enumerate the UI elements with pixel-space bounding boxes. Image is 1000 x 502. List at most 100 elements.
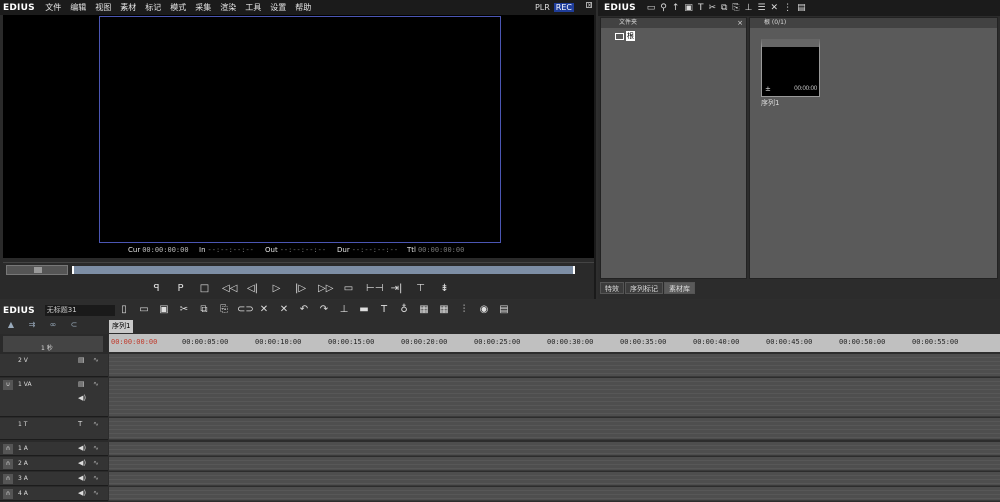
step-forward-icon[interactable]: |▷: [294, 283, 307, 294]
fast-forward-icon[interactable]: ▷▷: [318, 283, 333, 294]
track-header[interactable]: ∩ 4 A ◀) ∿: [0, 487, 108, 501]
waveform-icon[interactable]: ∿: [93, 420, 99, 428]
new-icon[interactable]: ▯: [117, 304, 131, 315]
title-track-icon[interactable]: T: [78, 420, 82, 428]
export-icon[interactable]: ⇟: [438, 283, 451, 294]
time-ruler[interactable]: 00:00:00:00 00:00:05:00 00:00:10:00 00:0…: [109, 334, 1000, 352]
lock-icon[interactable]: ∩: [3, 489, 13, 499]
menu-marker[interactable]: 标记: [141, 2, 166, 13]
link-icon[interactable]: ∞: [45, 320, 61, 333]
ripple-delete-icon[interactable]: ✕: [277, 304, 291, 315]
tab-sequence-markers[interactable]: 序列标记: [625, 282, 663, 294]
group-icon[interactable]: ⊂: [66, 320, 82, 333]
cut-icon[interactable]: ✂: [708, 3, 716, 13]
color-icon[interactable]: ▦: [417, 304, 431, 315]
menu-tools[interactable]: 工具: [241, 2, 266, 13]
waveform-icon[interactable]: ∿: [93, 474, 99, 482]
paste-icon[interactable]: ⎘: [732, 3, 739, 13]
speaker-icon[interactable]: ◀): [78, 444, 86, 452]
text-icon[interactable]: T: [377, 304, 391, 315]
track-lane[interactable]: [109, 418, 1000, 440]
insert-icon[interactable]: ⊢⊣: [366, 283, 383, 294]
save-icon[interactable]: ▣: [157, 304, 171, 315]
menu-clip[interactable]: 素材: [116, 2, 141, 13]
up-icon[interactable]: ↑: [672, 3, 680, 13]
waveform-icon[interactable]: ∿: [93, 356, 99, 364]
search-icon[interactable]: ⚲: [660, 3, 667, 13]
delete-icon[interactable]: ✕: [771, 3, 779, 13]
undo-icon[interactable]: ↶: [297, 304, 311, 315]
plr-button[interactable]: PLR: [533, 3, 552, 12]
close-icon[interactable]: ×: [586, 2, 592, 9]
track-lane[interactable]: [109, 378, 1000, 417]
step-back-icon[interactable]: ◁|: [246, 283, 259, 294]
track-lane[interactable]: [109, 442, 1000, 456]
menu-settings[interactable]: 设置: [266, 2, 291, 13]
edit-mode-icon[interactable]: ▲: [3, 320, 19, 333]
menu-edit[interactable]: 编辑: [66, 2, 91, 13]
track-header[interactable]: 1 T T ∿: [0, 418, 108, 440]
lock-icon[interactable]: ∩: [3, 444, 13, 454]
sync-icon[interactable]: ◉: [477, 304, 491, 315]
rec-button[interactable]: REC: [553, 3, 574, 12]
track-header[interactable]: ∩ 1 A ◀) ∿: [0, 442, 108, 456]
paste-icon[interactable]: ⎘: [217, 304, 231, 315]
redo-icon[interactable]: ↷: [317, 304, 331, 315]
track-header[interactable]: 2 V ▤ ∿: [0, 354, 108, 377]
stop-icon[interactable]: □: [198, 283, 211, 294]
waveform-icon[interactable]: ∿: [93, 459, 99, 467]
copy-icon[interactable]: ⧉: [721, 3, 727, 13]
track-header[interactable]: ∪ 1 VA ▤ ◀) ∿: [0, 378, 108, 417]
cut-icon[interactable]: ✂: [177, 304, 191, 315]
track-lane[interactable]: [109, 472, 1000, 486]
waveform-icon[interactable]: ∿: [93, 489, 99, 497]
ripple-icon[interactable]: ⇉: [24, 320, 40, 333]
speaker-icon[interactable]: ◀): [78, 489, 86, 497]
layout-icon[interactable]: ▤: [497, 304, 511, 315]
sequence-tab[interactable]: 序列1: [109, 320, 134, 333]
delete-icon[interactable]: ✕: [257, 304, 271, 315]
menu-view[interactable]: 视图: [91, 2, 116, 13]
play-icon[interactable]: ▷: [270, 283, 283, 294]
clip-thumbnail[interactable]: ± 00:00:00: [761, 39, 820, 97]
rewind-icon[interactable]: ◁◁: [222, 283, 237, 294]
tab-effects[interactable]: 特效: [600, 282, 624, 294]
video-track-icon[interactable]: ▤: [78, 356, 85, 364]
open-icon[interactable]: ▭: [137, 304, 151, 315]
track-header[interactable]: ∩ 2 A ◀) ∿: [0, 457, 108, 471]
menu-file[interactable]: 文件: [41, 2, 66, 13]
set-in-icon[interactable]: ꟼ: [150, 283, 163, 294]
menu-mode[interactable]: 模式: [166, 2, 191, 13]
loop-icon[interactable]: ▭: [342, 283, 355, 294]
open-clip-icon[interactable]: ▣: [684, 3, 693, 13]
lock-icon[interactable]: ∩: [3, 459, 13, 469]
zoom-control[interactable]: 1 秒: [3, 336, 103, 352]
add-to-timeline-icon[interactable]: ⊥: [745, 3, 753, 13]
tab-source-browser[interactable]: 素材库: [664, 282, 695, 294]
title-icon[interactable]: T: [698, 3, 704, 13]
replace-icon[interactable]: ⊂⊃: [237, 304, 254, 315]
snap-icon[interactable]: ▬: [357, 304, 371, 315]
set-out-icon[interactable]: P: [174, 283, 187, 294]
overwrite-icon[interactable]: ⇥|: [390, 283, 403, 294]
copy-icon[interactable]: ⧉: [197, 304, 211, 315]
jog-slider[interactable]: [6, 265, 68, 275]
lock-icon[interactable]: ∩: [3, 474, 13, 484]
waveform-icon[interactable]: ∿: [93, 380, 99, 388]
marker-icon[interactable]: ⊥: [337, 304, 351, 315]
trim-icon[interactable]: ⊤: [414, 283, 427, 294]
mixer-icon[interactable]: ⫶: [457, 304, 471, 315]
menu-help[interactable]: 帮助: [291, 2, 316, 13]
scrub-bar[interactable]: [72, 266, 575, 274]
root-folder[interactable]: 根: [615, 31, 635, 41]
folder-icon[interactable]: ▭: [647, 3, 656, 13]
video-track-icon[interactable]: ▤: [78, 380, 85, 388]
grid-icon[interactable]: ▦: [437, 304, 451, 315]
speaker-icon[interactable]: ◀): [78, 474, 86, 482]
menu-capture[interactable]: 采集: [191, 2, 216, 13]
track-lane[interactable]: [109, 487, 1000, 501]
mic-icon[interactable]: ♁: [397, 304, 411, 315]
track-lane[interactable]: [109, 457, 1000, 471]
properties-icon[interactable]: ☰: [757, 3, 765, 13]
track-header[interactable]: ∩ 3 A ◀) ∿: [0, 472, 108, 486]
